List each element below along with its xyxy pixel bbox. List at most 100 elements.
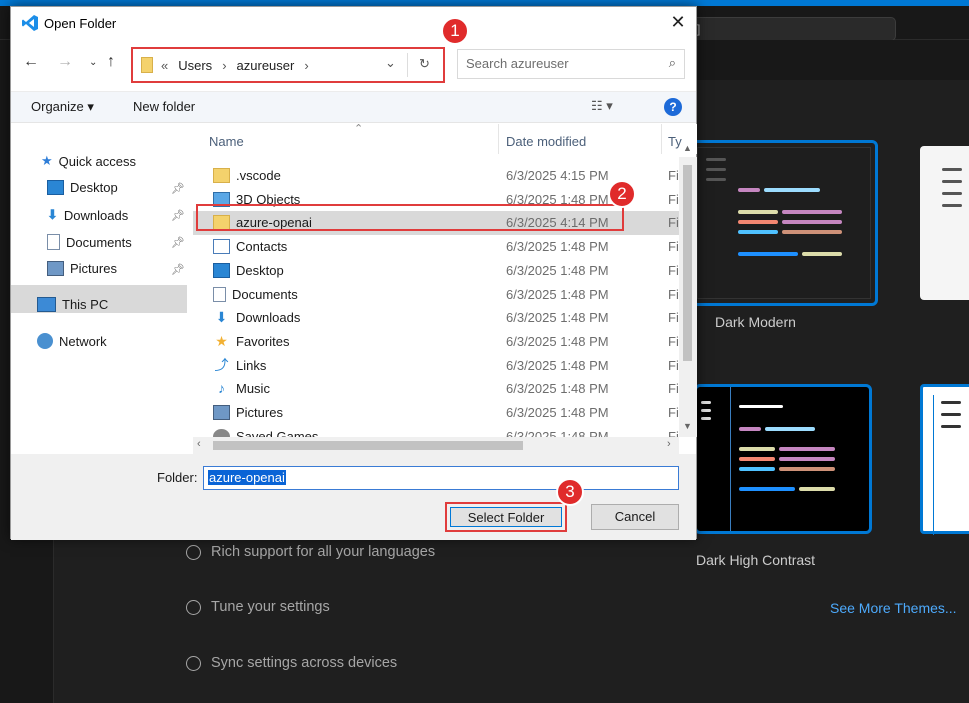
address-dropdown-icon[interactable]: ⌄ bbox=[385, 55, 396, 71]
desktop-icon bbox=[47, 180, 64, 195]
file-date: 6/3/2025 1:48 PM bbox=[506, 405, 609, 420]
address-overflow-icon: « bbox=[161, 57, 169, 73]
file-type: Fi bbox=[668, 239, 679, 255]
breadcrumb-azureuser[interactable]: azureuser bbox=[237, 58, 295, 73]
file-type: Fi bbox=[668, 310, 679, 326]
search-icon: ⌕ bbox=[668, 55, 676, 70]
nav-desktop[interactable]: Desktop bbox=[47, 180, 118, 195]
desktop-icon bbox=[213, 262, 230, 278]
file-date: 6/3/2025 1:48 PM bbox=[506, 262, 609, 278]
file-name: .vscode bbox=[236, 168, 281, 183]
scroll-down-icon[interactable]: ▼ bbox=[683, 421, 692, 431]
nav-quick-access[interactable]: ★ Quick access bbox=[41, 153, 136, 169]
walkthrough-item-sync[interactable]: Sync settings across devices bbox=[186, 655, 397, 671]
walkthrough-item-label: Tune your settings bbox=[211, 599, 330, 615]
forward-arrow-icon[interactable]: → bbox=[57, 53, 73, 71]
scrollbar-thumb[interactable] bbox=[683, 165, 692, 361]
theme-name-dark-high-contrast: Dark High Contrast bbox=[696, 552, 816, 568]
breadcrumb-chevron-icon[interactable]: › bbox=[222, 58, 226, 73]
vscode-logo-icon bbox=[22, 15, 38, 31]
file-date: 6/3/2025 1:48 PM bbox=[506, 310, 609, 326]
file-row[interactable]: Contacts 6/3/2025 1:48 PM Fi bbox=[193, 235, 679, 259]
search-input[interactable]: Search azureuser ⌕ bbox=[457, 49, 685, 79]
documents-icon bbox=[47, 234, 60, 250]
folder-icon bbox=[213, 168, 230, 183]
network-icon bbox=[37, 333, 53, 349]
walkthrough-item-settings[interactable]: Tune your settings bbox=[186, 599, 330, 615]
file-date: 6/3/2025 1:48 PM bbox=[506, 381, 609, 397]
file-type: Fi bbox=[668, 215, 679, 231]
recent-locations-chevron-icon[interactable]: ⌄ bbox=[89, 57, 97, 68]
file-name: Links bbox=[236, 357, 267, 373]
music-icon: ♪ bbox=[218, 380, 225, 397]
view-options-icon[interactable]: ☷ ▾ bbox=[591, 98, 613, 114]
pictures-icon bbox=[47, 261, 64, 276]
file-row[interactable]: ⤴ Links 6/3/2025 1:48 PM Fi bbox=[193, 354, 679, 378]
navigation-pane: ★ Quick access Desktop 📌︎ ⬇ Downloads 📌︎ D… bbox=[11, 124, 191, 454]
file-row[interactable]: Documents 6/3/2025 1:48 PM Fi bbox=[193, 283, 679, 307]
highlight-azure-openai-row bbox=[196, 204, 624, 231]
star-icon: ★ bbox=[215, 332, 228, 349]
column-type[interactable]: Ty bbox=[668, 134, 682, 149]
horizontal-scrollbar[interactable]: ‹ › bbox=[193, 437, 679, 454]
folder-name-input[interactable]: azure-openai bbox=[203, 466, 679, 490]
help-icon[interactable]: ? bbox=[664, 98, 682, 116]
dialog-toolbar: Organize ▾ New folder ☷ ▾ ? bbox=[11, 91, 696, 123]
cancel-button[interactable]: Cancel bbox=[591, 504, 679, 530]
address-bar-highlight: « Users › azureuser › ⌄ ↻ bbox=[131, 47, 445, 83]
file-name: Downloads bbox=[236, 310, 301, 326]
documents-icon bbox=[213, 286, 226, 302]
callout-3: 3 bbox=[556, 478, 584, 506]
address-bar[interactable]: « Users › azureuser › ⌄ ↻ bbox=[137, 53, 439, 77]
computer-icon bbox=[37, 297, 56, 312]
pictures-icon bbox=[213, 405, 230, 420]
column-name[interactable]: Name bbox=[209, 134, 244, 149]
nav-pictures[interactable]: Pictures bbox=[47, 261, 117, 276]
file-date: 6/3/2025 1:48 PM bbox=[506, 286, 609, 302]
file-row[interactable]: Desktop 6/3/2025 1:48 PM Fi bbox=[193, 259, 679, 283]
walkthrough-item-label: Rich support for all your languages bbox=[211, 544, 436, 560]
file-row[interactable]: ♪ Music 6/3/2025 1:48 PM Fi bbox=[193, 377, 679, 401]
scroll-left-icon[interactable]: ‹ bbox=[197, 438, 201, 450]
theme-card-dark-high-contrast[interactable] bbox=[694, 384, 872, 534]
folder-label: Folder: bbox=[157, 470, 198, 485]
sort-arrow-icon: ⌃ bbox=[354, 124, 364, 135]
file-row[interactable]: Pictures 6/3/2025 1:48 PM Fi bbox=[193, 401, 679, 425]
breadcrumb-chevron-icon[interactable]: › bbox=[304, 58, 308, 73]
open-folder-dialog: Open Folder ✕ ← → ⌄ ↑ « Users › azureuse… bbox=[10, 6, 697, 540]
nav-downloads[interactable]: ⬇ Downloads bbox=[47, 207, 128, 223]
breadcrumb-users[interactable]: Users bbox=[178, 58, 212, 73]
organize-button[interactable]: Organize ▾ bbox=[31, 99, 94, 115]
scroll-up-icon[interactable]: ▲ bbox=[683, 143, 692, 153]
file-row[interactable]: ★ Favorites 6/3/2025 1:48 PM Fi bbox=[193, 330, 679, 354]
select-folder-button[interactable]: Select Folder bbox=[450, 507, 562, 527]
link-icon: ⤴ bbox=[214, 356, 229, 373]
file-date: 6/3/2025 1:48 PM bbox=[506, 333, 609, 349]
callout-2: 2 bbox=[608, 180, 636, 208]
file-row[interactable]: .vscode 6/3/2025 4:15 PM Fi bbox=[193, 164, 679, 188]
close-icon[interactable]: ✕ bbox=[668, 12, 688, 32]
walkthrough-item-languages[interactable]: Rich support for all your languages bbox=[186, 544, 435, 560]
back-arrow-icon[interactable]: ← bbox=[23, 53, 39, 71]
theme-card-light-modern[interactable] bbox=[920, 146, 969, 300]
see-more-themes-link[interactable]: See More Themes... bbox=[830, 600, 957, 616]
theme-card-light-high-contrast[interactable] bbox=[920, 384, 969, 535]
vertical-scrollbar[interactable]: ▲ ▼ bbox=[679, 143, 697, 437]
column-date-modified[interactable]: Date modified bbox=[506, 134, 586, 149]
file-date: 6/3/2025 4:15 PM bbox=[506, 168, 609, 183]
new-folder-button[interactable]: New folder bbox=[133, 99, 195, 114]
file-list: ⌃ Name Date modified Ty .vscode 6/3/2025 … bbox=[193, 124, 697, 454]
refresh-icon[interactable]: ↻ bbox=[419, 56, 430, 72]
nav-this-pc[interactable]: This PC bbox=[37, 297, 108, 312]
up-arrow-icon[interactable]: ↑ bbox=[107, 53, 115, 71]
download-icon: ⬇ bbox=[215, 309, 228, 326]
nav-network[interactable]: Network bbox=[37, 333, 107, 349]
scroll-right-icon[interactable]: › bbox=[667, 438, 671, 450]
file-name: Contacts bbox=[236, 239, 288, 255]
pin-icon: 📌︎ bbox=[171, 264, 185, 276]
file-row[interactable]: ⬇ Downloads 6/3/2025 1:48 PM Fi bbox=[193, 306, 679, 330]
nav-documents[interactable]: Documents bbox=[47, 234, 132, 250]
dialog-title: Open Folder bbox=[44, 16, 117, 31]
theme-card-dark-modern[interactable] bbox=[690, 140, 878, 306]
scrollbar-thumb[interactable] bbox=[213, 441, 523, 450]
